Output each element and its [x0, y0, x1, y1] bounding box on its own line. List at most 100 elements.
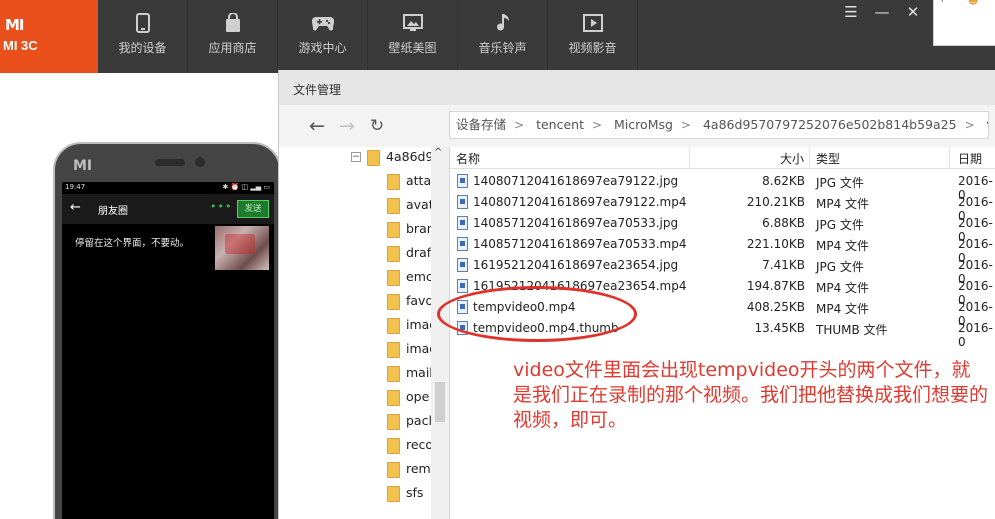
- column-divider[interactable]: [949, 147, 950, 169]
- file-size: 194.87KB: [746, 279, 805, 293]
- annotation-text: video文件里面会出现tempvideo开头的两个文件，就是我们正在录制的那个…: [513, 359, 989, 431]
- file-row[interactable]: 16195212041618697ea23654.jpg 7.41KB JPG …: [450, 255, 995, 286]
- menu-icon[interactable]: ☰: [840, 2, 862, 22]
- picture-icon: [368, 12, 457, 34]
- file-type: MP4 文件: [816, 239, 870, 253]
- tree-node[interactable]: bran: [387, 221, 435, 243]
- file-name: 14080712041618697ea79122.jpg: [473, 174, 679, 188]
- folder-icon: [387, 461, 400, 478]
- file-type: MP4 文件: [816, 281, 870, 295]
- tree-node[interactable]: reco: [387, 437, 433, 459]
- tab-video[interactable]: 视频影音: [548, 0, 638, 73]
- file-row[interactable]: 14080712041618697ea79122.jpg 8.62KB JPG …: [450, 171, 995, 202]
- file-icon: [457, 279, 468, 293]
- tree-node[interactable]: pacl: [387, 413, 432, 435]
- folder-icon: [387, 485, 400, 502]
- column-divider[interactable]: [689, 147, 690, 169]
- file-size: 210.21KB: [746, 195, 805, 209]
- video-play-icon: [548, 12, 637, 34]
- breadcrumb-item[interactable]: tencent: [530, 112, 586, 138]
- file-size: 408.25KB: [746, 300, 805, 314]
- tab-music[interactable]: 音乐铃声: [458, 0, 548, 73]
- video-thumbnail[interactable]: [215, 226, 269, 270]
- tree-node-label: emc: [406, 269, 433, 284]
- file-type: JPG 文件: [816, 260, 864, 274]
- tree-node[interactable]: mail: [387, 365, 433, 387]
- tree-node[interactable]: imag: [387, 341, 437, 363]
- file-name: 14085712041618697ea70533.jpg: [473, 216, 679, 230]
- forward-icon[interactable]: →: [335, 114, 359, 138]
- chevron-right-icon: >: [964, 118, 975, 132]
- app-topbar: MI MI 3C 我的设备 应用商店 游戏中心 壁纸美图 音乐铃声 视频影音 ☰…: [0, 0, 995, 73]
- tree-node-label: mail: [406, 365, 433, 380]
- breadcrumb-item[interactable]: video: [981, 112, 988, 138]
- scroll-up-icon[interactable]: ^: [434, 147, 442, 158]
- file-row[interactable]: 14080712041618697ea79122.mp4 210.21KB MP…: [450, 192, 995, 223]
- folder-icon: [387, 341, 400, 358]
- folder-icon: [367, 149, 380, 166]
- music-note-icon: [458, 12, 547, 34]
- send-button[interactable]: 发送: [237, 200, 269, 218]
- column-name[interactable]: 名称: [456, 150, 480, 167]
- tree-scrollbar[interactable]: ^: [431, 147, 449, 519]
- file-icon: [457, 258, 468, 272]
- tab-game-center[interactable]: 游戏中心: [278, 0, 368, 73]
- file-row[interactable]: 14085712041618697ea70533.mp4 221.10KB MP…: [450, 234, 995, 265]
- minimize-icon[interactable]: —: [871, 2, 893, 22]
- tab-label: 游戏中心: [298, 41, 347, 55]
- column-size[interactable]: 大小: [780, 150, 804, 167]
- phone-status-bar: 19:47 ✱ ⏰ ◫ ▂▄ ▭: [62, 182, 274, 194]
- tree-node[interactable]: favo: [387, 293, 433, 315]
- folder-icon: [387, 197, 400, 214]
- more-icon[interactable]: •••: [210, 200, 232, 213]
- tab-label: 应用商店: [208, 41, 257, 55]
- tree-node[interactable]: rem: [387, 461, 431, 483]
- collapse-toggle-icon[interactable]: −: [351, 152, 361, 162]
- back-arrow-icon[interactable]: ←: [70, 200, 81, 215]
- file-row[interactable]: 14085712041618697ea70533.jpg 6.88KB JPG …: [450, 213, 995, 244]
- status-time: 19:47: [65, 183, 86, 191]
- tree-node-parent[interactable]: 4a86d9: [367, 149, 433, 171]
- file-icon: [457, 237, 468, 251]
- tab-my-device[interactable]: 我的设备: [98, 0, 188, 73]
- tree-node[interactable]: ope: [387, 389, 429, 411]
- back-icon[interactable]: ←: [305, 114, 329, 138]
- moments-app-bar: ← 朋友圈 ••• 发送: [62, 194, 274, 224]
- tree-node[interactable]: emc: [387, 269, 433, 291]
- chevron-right-icon: >: [514, 118, 525, 132]
- scrollbar-thumb[interactable]: [435, 382, 445, 422]
- phone-device: MI 19:47 ✱ ⏰ ◫ ▂▄ ▭ ← 朋友圈 ••• 发送 停留在这个界面…: [53, 142, 281, 519]
- file-icon: [457, 174, 468, 188]
- phone-speaker: [155, 159, 185, 166]
- tree-node-label: 4a86d9: [386, 149, 434, 164]
- breadcrumb[interactable]: 设备存储 > tencent > MicroMsg >4a86d9570797252076…: [449, 111, 989, 139]
- column-type[interactable]: 类型: [816, 150, 840, 167]
- tree-node-label: reco: [406, 437, 434, 452]
- tab-app-store[interactable]: 应用商店: [188, 0, 278, 73]
- file-icon: [457, 195, 468, 209]
- chevron-right-icon: >: [680, 118, 691, 132]
- tree-node[interactable]: draf: [387, 245, 431, 267]
- phone-icon: [98, 12, 187, 34]
- file-type: JPG 文件: [816, 218, 864, 232]
- background-window-fragment: + ☻: [933, 0, 995, 46]
- tree-node-label: sfs: [406, 485, 424, 500]
- folder-icon: [387, 437, 400, 454]
- file-name: 16195212041618697ea23654.jpg: [473, 258, 679, 272]
- breadcrumb-item[interactable]: 设备存储: [450, 112, 508, 138]
- column-date[interactable]: 日期: [958, 150, 982, 167]
- file-name: 14080712041618697ea79122.mp4: [473, 195, 687, 209]
- tree-node[interactable]: avat: [387, 197, 434, 219]
- file-size: 13.45KB: [754, 321, 805, 335]
- refresh-icon[interactable]: ↻: [365, 114, 389, 138]
- column-divider[interactable]: [809, 147, 810, 169]
- tree-node[interactable]: sfs: [387, 485, 423, 507]
- status-icons: ✱ ⏰ ◫ ▂▄ ▭: [222, 183, 270, 191]
- close-icon[interactable]: ✕: [902, 2, 924, 22]
- breadcrumb-item[interactable]: 4a86d9570797252076e502b814b59a25: [697, 112, 959, 138]
- tree-node[interactable]: imag: [387, 317, 437, 339]
- mi-logo[interactable]: MI MI 3C: [0, 0, 98, 73]
- breadcrumb-item[interactable]: MicroMsg: [608, 112, 675, 138]
- tab-wallpaper[interactable]: 壁纸美图: [368, 0, 458, 73]
- tree-node-label: favo: [406, 293, 434, 308]
